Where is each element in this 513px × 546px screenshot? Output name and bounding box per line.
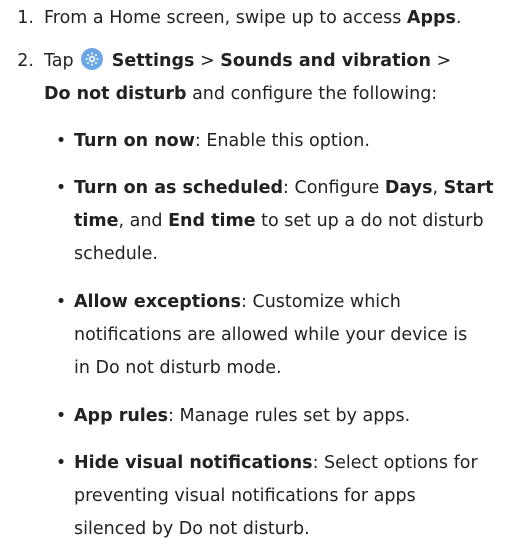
do-not-disturb-label: Do not disturb [44,84,187,104]
bullet: • [55,292,67,312]
settings-gear-icon [81,48,104,70]
bullet: • [55,406,67,426]
bullet: • [55,131,67,151]
bullet: • [55,178,67,198]
step-1-apps: Apps [406,8,456,28]
bullet: • [55,453,67,473]
settings-label: Settings [111,51,195,71]
step-1-text: From a Home screen, swipe up to access [44,8,407,28]
instruction-document: 1. From a Home screen, swipe up to acces… [0,0,513,539]
step-2-number: 2. [17,51,34,71]
step-1-number: 1. [17,8,34,28]
sounds-vibration-label: Sounds and vibration [220,51,431,71]
